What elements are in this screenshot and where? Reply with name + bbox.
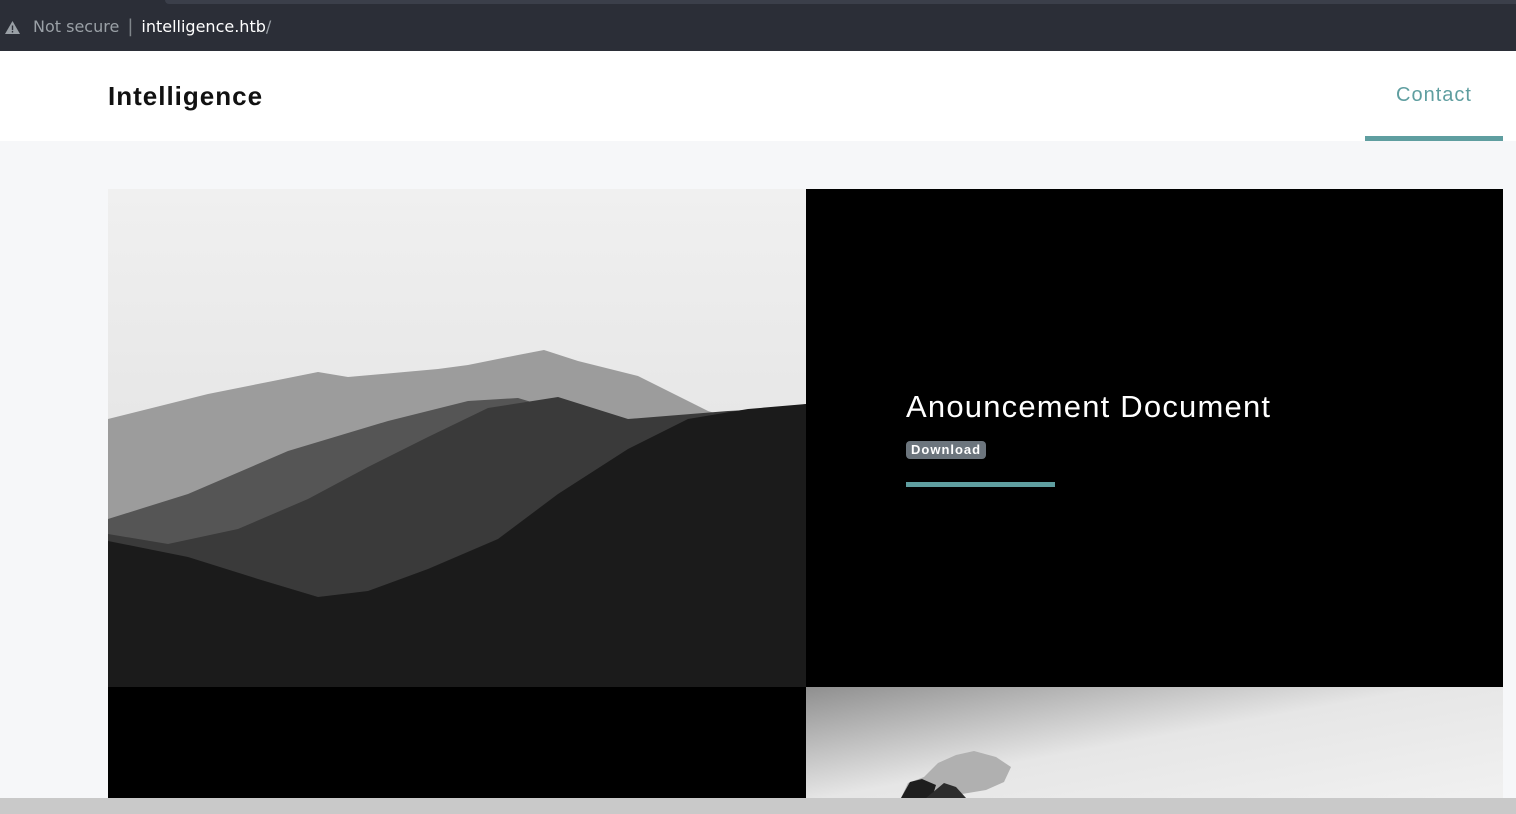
- warning-triangle-icon[interactable]: [4, 19, 21, 36]
- address-field[interactable]: Not secure | intelligence.htb /: [4, 17, 271, 37]
- url-host[interactable]: intelligence.htb: [141, 17, 265, 37]
- horizontal-scrollbar[interactable]: [0, 798, 1516, 814]
- post-accent-divider: [906, 482, 1055, 487]
- mountains-image: [108, 189, 806, 687]
- post-title: Anouncement Document: [906, 389, 1272, 424]
- rock-image: [806, 687, 1503, 814]
- posts-grid: Anouncement Document Download: [108, 189, 1503, 814]
- nav-contact-link[interactable]: Contact: [1365, 51, 1503, 141]
- url-path[interactable]: /: [266, 17, 271, 37]
- download-button[interactable]: Download: [906, 441, 987, 459]
- post-card: Anouncement Document Download: [806, 189, 1503, 687]
- browser-address-bar: Not secure | intelligence.htb /: [0, 0, 1516, 51]
- post-card-secondary: [108, 687, 806, 814]
- site-header: Intelligence Contact: [0, 51, 1516, 141]
- address-separator: |: [127, 16, 134, 37]
- browser-tab-edge: [165, 0, 1516, 4]
- security-status-label[interactable]: Not secure: [33, 17, 119, 37]
- site-logo[interactable]: Intelligence: [108, 81, 263, 112]
